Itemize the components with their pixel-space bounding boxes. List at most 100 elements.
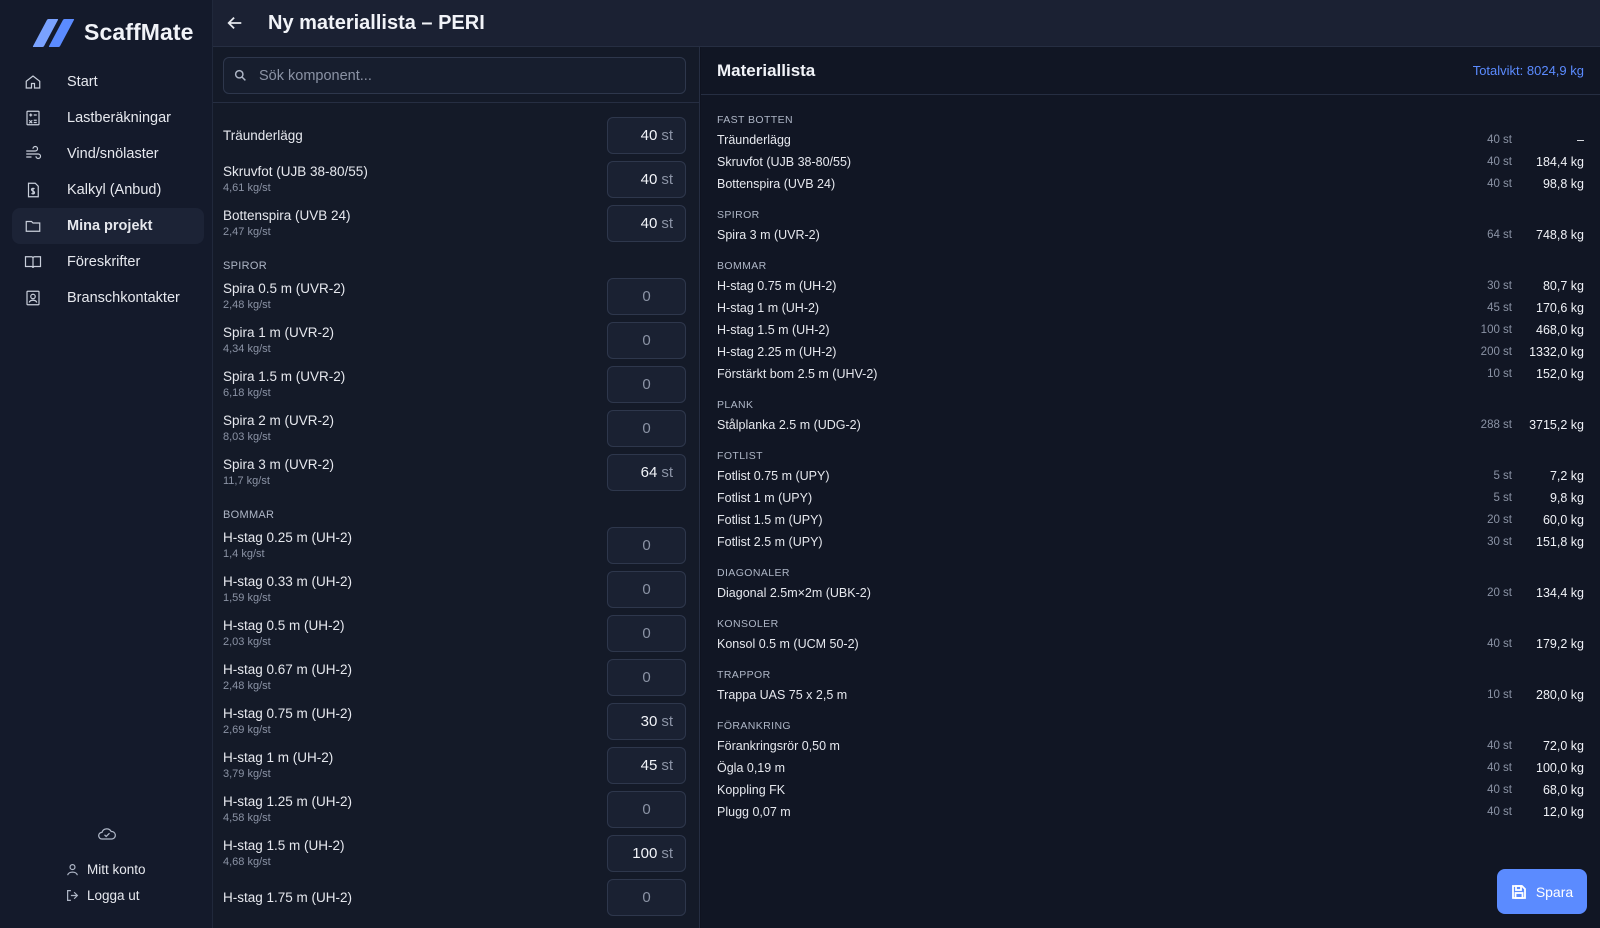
sidebar-item-foreskrifter[interactable]: Föreskrifter [12, 244, 204, 280]
material-name: Trappa UAS 75 x 2,5 m [717, 688, 848, 702]
sidebar-item-vind-snolaster[interactable]: Vind/snölaster [12, 136, 204, 172]
save-button[interactable]: Spara [1497, 869, 1587, 914]
logo[interactable]: ScaffMate [0, 0, 212, 64]
material-name: H-stag 0.75 m (UH-2) [717, 279, 837, 293]
material-row: Spira 3 m (UVR-2) 64 st 748,8 kg [717, 224, 1584, 246]
quantity-input[interactable]: 0 [607, 658, 686, 696]
material-row: H-stag 0.75 m (UH-2) 30 st 80,7 kg [717, 275, 1584, 297]
folder-icon [24, 217, 42, 235]
component-row: H-stag 1.75 m (UH-2) 0 [223, 875, 686, 919]
material-weight: 134,4 kg [1536, 586, 1584, 600]
wind-icon [24, 145, 42, 163]
sidebar-item-label: Föreskrifter [67, 254, 141, 270]
component-weight: 6,18 kg/st [223, 387, 271, 399]
sidebar-item-mina-projekt[interactable]: Mina projekt [12, 208, 204, 244]
sidebar-nav: Start Lastberäkningar Vind/snölaster Kal… [0, 64, 212, 316]
material-row: Förstärkt bom 2.5 m (UHV-2) 10 st 152,0 kg [717, 363, 1584, 385]
component-row: H-stag 0.5 m (UH-2) 2,03 kg/st 0 [223, 611, 686, 655]
material-quantity: 10 st [1487, 689, 1512, 701]
quantity-input[interactable]: 64st [607, 453, 686, 491]
material-quantity: 40 st [1487, 762, 1512, 774]
component-name: Spira 1 m (UVR-2) [223, 325, 335, 340]
search-input[interactable] [259, 67, 659, 84]
component-name: Spira 3 m (UVR-2) [223, 457, 335, 472]
quantity-input[interactable]: 0 [607, 277, 686, 315]
arrow-left-icon [227, 16, 242, 30]
app-root: ScaffMate Start Lastberäkningar Vind/snö… [0, 0, 1600, 928]
sidebar-item-branschkontakter[interactable]: Branschkontakter [12, 280, 204, 316]
quantity-input[interactable]: 30st [607, 702, 686, 740]
quantity-input[interactable]: 0 [607, 570, 686, 608]
material-list-header: Materiallista Totalvikt: 8024,9 kg [701, 47, 1600, 95]
quantity-input[interactable]: 45st [607, 746, 686, 784]
sidebar-item-label: Kalkyl (Anbud) [67, 182, 162, 198]
material-weight: 100,0 kg [1536, 761, 1584, 775]
material-name: Förstärkt bom 2.5 m (UHV-2) [717, 367, 878, 381]
material-quantity: 100 st [1480, 324, 1512, 336]
component-name: Spira 1.5 m (UVR-2) [223, 369, 346, 384]
search-icon [234, 69, 246, 81]
component-row: Spira 0.5 m (UVR-2) 2,48 kg/st 0 [223, 274, 686, 318]
sidebar-item-start[interactable]: Start [12, 64, 204, 100]
material-name: Förankringsrör 0,50 m [717, 739, 840, 753]
logout-icon [67, 889, 79, 901]
material-group-heading: FÖRANKRING [717, 720, 792, 732]
contacts-icon [24, 289, 42, 307]
material-weight: 9,8 kg [1549, 491, 1584, 505]
account-link[interactable]: Mitt konto [0, 856, 213, 882]
material-weight: 98,8 kg [1542, 177, 1584, 191]
back-button[interactable] [225, 13, 245, 33]
component-weight: 11,7 kg/st [223, 475, 270, 487]
material-quantity: 10 st [1487, 368, 1512, 380]
group-heading: SPIROR [223, 260, 267, 272]
quantity-input[interactable]: 0 [607, 321, 686, 359]
logout-label: Logga ut [87, 887, 140, 903]
quantity-input[interactable]: 0 [607, 365, 686, 403]
material-weight: 68,0 kg [1542, 783, 1584, 797]
component-row: Bottenspira (UVB 24) 2,47 kg/st 40st [223, 201, 686, 245]
material-group-heading: FAST BOTTEN [717, 114, 793, 126]
material-quantity: 200 st [1480, 346, 1512, 358]
material-name: Träunderlägg [717, 133, 791, 147]
material-weight: 152,0 kg [1536, 367, 1584, 381]
user-icon [67, 863, 78, 875]
quantity-input[interactable]: 0 [607, 526, 686, 564]
material-weight: 72,0 kg [1542, 739, 1584, 753]
quantity-input[interactable]: 40st [607, 160, 686, 198]
material-name: Plugg 0,07 m [717, 805, 791, 819]
material-name: H-stag 2.25 m (UH-2) [717, 345, 837, 359]
material-row: Fotlist 0.75 m (UPY) 5 st 7,2 kg [717, 465, 1584, 487]
material-name: Konsol 0.5 m (UCM 50-2) [717, 637, 859, 651]
material-quantity: 5 st [1493, 492, 1512, 504]
logout-link[interactable]: Logga ut [0, 882, 213, 908]
material-row: H-stag 1.5 m (UH-2) 100 st 468,0 kg [717, 319, 1584, 341]
component-row: Skruvfot (UJB 38-80/55) 4,61 kg/st 40st [223, 157, 686, 201]
material-row: Fotlist 1.5 m (UPY) 20 st 60,0 kg [717, 509, 1584, 531]
material-quantity: 40 st [1487, 806, 1512, 818]
component-weight: 2,48 kg/st [223, 299, 271, 311]
material-weight: 468,0 kg [1536, 323, 1584, 337]
material-weight: 170,6 kg [1536, 301, 1584, 315]
quantity-input[interactable]: 0 [607, 409, 686, 447]
sidebar-item-lastberakningar[interactable]: Lastberäkningar [12, 100, 204, 136]
component-row: H-stag 0.25 m (UH-2) 1,4 kg/st 0 [223, 523, 686, 567]
sidebar: ScaffMate Start Lastberäkningar Vind/snö… [0, 0, 213, 928]
component-weight: 4,34 kg/st [223, 343, 271, 355]
quantity-input[interactable]: 0 [607, 790, 686, 828]
material-weight: 184,4 kg [1536, 155, 1584, 169]
material-weight: 1332,0 kg [1529, 345, 1584, 359]
quantity-input[interactable]: 40st [607, 204, 686, 242]
material-quantity: 45 st [1487, 302, 1512, 314]
app-name: ScaffMate [84, 18, 194, 45]
quantity-input[interactable]: 40st [607, 116, 686, 154]
page-title: Ny materiallista – PERI [268, 11, 485, 34]
quantity-input[interactable]: 0 [607, 614, 686, 652]
material-quantity: 30 st [1487, 280, 1512, 292]
material-weight: 3715,2 kg [1529, 418, 1584, 432]
quantity-input[interactable]: 100st [607, 834, 686, 872]
quantity-input[interactable]: 0 [607, 878, 686, 916]
component-weight: 4,58 kg/st [223, 812, 271, 824]
material-group-heading: TRAPPOR [717, 669, 771, 681]
sidebar-item-kalkyl[interactable]: Kalkyl (Anbud) [12, 172, 204, 208]
material-quantity: 40 st [1487, 156, 1512, 168]
